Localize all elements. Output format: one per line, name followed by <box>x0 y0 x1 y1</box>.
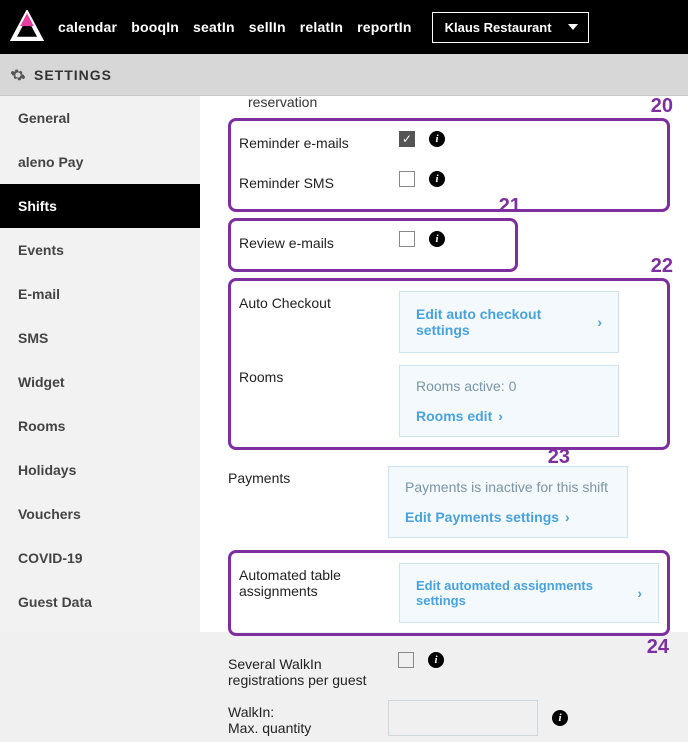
edit-auto-assign-button[interactable]: Edit automated assignments settings › <box>399 563 659 623</box>
sidebar-item-aleno-pay[interactable]: aleno Pay <box>0 140 200 184</box>
nav-sellin[interactable]: sellIn <box>249 19 286 35</box>
sidebar-item-general[interactable]: General <box>0 96 200 140</box>
nav-reportin[interactable]: reportIn <box>357 19 412 35</box>
restaurant-select[interactable]: Klaus Restaurant <box>432 12 589 43</box>
chevron-right-icon: › <box>597 314 602 330</box>
walkin-multi-checkbox[interactable] <box>398 652 414 668</box>
gear-icon <box>10 67 26 83</box>
sidebar-item-holidays[interactable]: Holidays <box>0 448 200 492</box>
info-icon[interactable]: i <box>428 652 444 668</box>
payments-panel: Payments is inactive for this shift Edit… <box>388 466 628 538</box>
top-bar: calendar booqIn seatIn sellIn relatIn re… <box>0 0 688 54</box>
sidebar-item-rooms[interactable]: Rooms <box>0 404 200 448</box>
callout-20: 20 Reminder e-mails ✓ i Reminder SMS i <box>228 118 670 212</box>
payments-edit-link[interactable]: Edit Payments settings › <box>405 509 570 525</box>
review-emails-checkbox[interactable] <box>399 231 415 247</box>
callout-number: 22 <box>651 255 673 278</box>
sidebar-item-widget[interactable]: Widget <box>0 360 200 404</box>
info-icon[interactable]: i <box>429 171 445 187</box>
callout-number: 20 <box>651 95 673 118</box>
rooms-status: Rooms active: 0 <box>416 378 602 394</box>
rooms-edit-link[interactable]: Rooms edit › <box>416 408 503 424</box>
chevron-right-icon: › <box>637 585 642 601</box>
walkin-max-input[interactable] <box>388 700 538 736</box>
nav-seatin[interactable]: seatIn <box>193 19 235 35</box>
sidebar: General aleno Pay Shifts Events E-mail S… <box>0 96 200 632</box>
logo-icon <box>10 10 44 44</box>
rooms-label: Rooms <box>239 365 399 385</box>
edit-auto-checkout-label: Edit auto checkout settings <box>416 306 589 338</box>
content-panel: reservation 20 Reminder e-mails ✓ i Remi… <box>200 96 688 632</box>
chevron-down-icon <box>568 24 578 30</box>
info-icon[interactable]: i <box>429 131 445 147</box>
reminder-sms-label: Reminder SMS <box>239 171 399 191</box>
info-icon[interactable]: i <box>552 710 568 726</box>
reminder-emails-label: Reminder e-mails <box>239 131 399 151</box>
sidebar-item-events[interactable]: Events <box>0 228 200 272</box>
sidebar-item-guest-data[interactable]: Guest Data <box>0 580 200 624</box>
rooms-panel: Rooms active: 0 Rooms edit › <box>399 365 619 437</box>
top-nav: calendar booqIn seatIn sellIn relatIn re… <box>58 19 412 35</box>
callout-number: 21 <box>499 195 521 218</box>
auto-checkout-label: Auto Checkout <box>239 291 399 311</box>
callout-22: 22 Auto Checkout Edit auto checkout sett… <box>228 278 670 450</box>
payments-label: Payments <box>228 466 388 486</box>
payments-status: Payments is inactive for this shift <box>405 479 611 495</box>
truncated-row-label: reservation <box>248 94 670 110</box>
chevron-right-icon: › <box>498 408 503 424</box>
callout-24: 24 Automated table assignments Edit auto… <box>228 550 670 636</box>
info-icon[interactable]: i <box>429 231 445 247</box>
nav-calendar[interactable]: calendar <box>58 19 117 35</box>
restaurant-select-label: Klaus Restaurant <box>445 20 552 35</box>
callout-number: 24 <box>647 636 669 659</box>
nav-relatin[interactable]: relatIn <box>300 19 343 35</box>
settings-header: SETTINGS <box>0 54 688 96</box>
review-emails-label: Review e-mails <box>239 231 399 251</box>
edit-auto-checkout-button[interactable]: Edit auto checkout settings › <box>399 291 619 353</box>
callout-21: 21 Review e-mails i <box>228 218 518 272</box>
reminder-sms-checkbox[interactable] <box>399 171 415 187</box>
chevron-right-icon: › <box>565 509 570 525</box>
walkin-multi-label: Several WalkIn registrations per guest <box>228 652 398 688</box>
reminder-emails-checkbox[interactable]: ✓ <box>399 131 415 147</box>
nav-booqin[interactable]: booqIn <box>131 19 179 35</box>
callout-number: 23 <box>548 446 570 469</box>
sidebar-item-covid19[interactable]: COVID-19 <box>0 536 200 580</box>
settings-title: SETTINGS <box>34 67 112 83</box>
sidebar-item-shifts[interactable]: Shifts <box>0 184 200 228</box>
sidebar-item-vouchers[interactable]: Vouchers <box>0 492 200 536</box>
sidebar-item-sms[interactable]: SMS <box>0 316 200 360</box>
auto-assign-label: Automated table assignments <box>239 563 399 599</box>
edit-auto-assign-label: Edit automated assignments settings <box>416 578 629 608</box>
walkin-max-label: WalkIn: Max. quantity <box>228 700 388 736</box>
sidebar-item-email[interactable]: E-mail <box>0 272 200 316</box>
